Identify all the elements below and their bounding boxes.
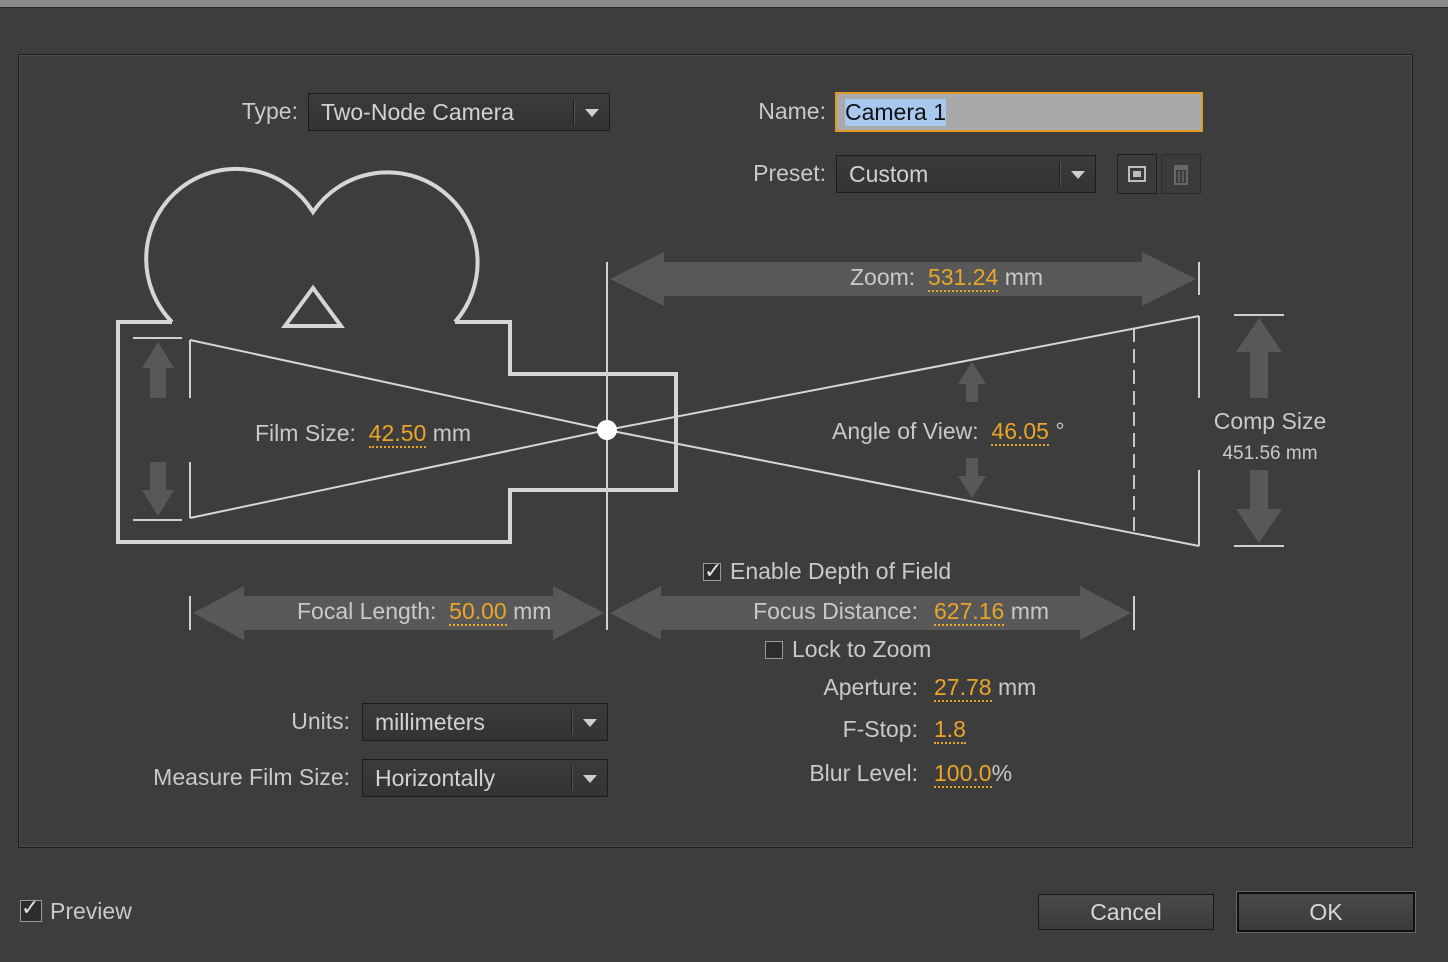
focal-length-label: Focal Length: [297, 598, 437, 624]
focus-distance-label: Focus Distance: [753, 598, 918, 624]
blur-level-value[interactable]: 100.0 [934, 760, 992, 788]
ok-button[interactable]: OK [1237, 892, 1415, 932]
zoom-label: Zoom: [850, 264, 916, 290]
focus-distance-value[interactable]: 627.16 [934, 598, 1005, 626]
comp-size-up-arrow [1236, 318, 1282, 398]
aperture-label: Aperture: [823, 674, 918, 700]
enable-dof-label[interactable]: Enable Depth of Field [730, 558, 951, 585]
focal-length-readout: Focal Length: 50.00 mm [297, 598, 552, 626]
film-size-unit: mm [432, 420, 472, 446]
type-dropdown[interactable]: Two-Node Camera [308, 93, 610, 131]
chevron-down-icon [583, 719, 597, 727]
chevron-down-icon [1071, 171, 1085, 179]
enable-dof-checkbox[interactable] [703, 559, 722, 584]
zoom-readout: Zoom: 531.24 mm [850, 264, 1044, 292]
aperture-readout: 27.78 mm [934, 674, 1037, 702]
comp-size-value: 451.56 mm [1222, 443, 1318, 464]
angle-value[interactable]: 46.05 [991, 418, 1049, 446]
aperture-unit: mm [997, 674, 1037, 700]
camera-diagram [116, 166, 1284, 640]
delete-preset-button[interactable] [1161, 154, 1201, 194]
delete-preset-icon [1174, 165, 1188, 185]
fstop-readout: 1.8 [934, 716, 966, 744]
units-label: Units: [291, 708, 350, 734]
angle-up-arrow [958, 362, 986, 402]
measure-film-size-dropdown[interactable]: Horizontally [362, 759, 608, 797]
blur-level-readout: 100.0% [934, 760, 1013, 788]
focal-length-value[interactable]: 50.00 [449, 598, 507, 626]
film-size-label: Film Size: [255, 420, 356, 446]
lens-node [597, 420, 617, 440]
name-label: Name: [758, 98, 826, 124]
cancel-button[interactable]: Cancel [1038, 894, 1214, 930]
units-dropdown[interactable]: millimeters [362, 703, 608, 741]
film-size-readout: Film Size: 42.50 mm [255, 420, 472, 448]
type-value: Two-Node Camera [321, 99, 515, 125]
angle-unit: ° [1055, 418, 1065, 444]
chevron-down-icon [585, 109, 599, 117]
zoom-value[interactable]: 531.24 [927, 264, 999, 292]
angle-of-view-readout: Angle of View: 46.05 ° [832, 418, 1065, 446]
angle-down-arrow [958, 458, 986, 498]
blur-level-label: Blur Level: [809, 760, 918, 786]
focus-distance-unit: mm [1010, 598, 1050, 624]
preset-dropdown[interactable]: Custom [836, 155, 1096, 193]
preset-label: Preset: [753, 160, 826, 186]
camera-outline [116, 166, 678, 544]
comp-size-down-arrow [1236, 470, 1282, 543]
save-preset-button[interactable] [1117, 154, 1157, 194]
comp-size-label: Comp Size [1213, 408, 1327, 434]
chevron-down-icon [583, 775, 597, 783]
focus-distance-readout: 627.16 mm [934, 598, 1050, 626]
type-label: Type: [241, 98, 298, 124]
preset-value: Custom [849, 161, 929, 187]
lock-to-zoom-label[interactable]: Lock to Zoom [792, 636, 931, 663]
name-input[interactable] [835, 92, 1203, 132]
focal-length-unit: mm [513, 598, 552, 624]
preview-checkbox[interactable] [20, 896, 42, 922]
film-size-down-arrow [142, 462, 174, 516]
lock-to-zoom-checkbox[interactable] [765, 641, 783, 659]
measure-film-size-value: Horizontally [375, 765, 496, 791]
measure-film-size-label: Measure Film Size: [153, 764, 350, 790]
film-size-up-arrow [142, 342, 174, 398]
film-size-value[interactable]: 42.50 [368, 420, 427, 448]
fstop-value[interactable]: 1.8 [934, 716, 966, 744]
units-value: millimeters [375, 709, 485, 735]
zoom-unit: mm [1004, 264, 1044, 290]
preview-label[interactable]: Preview [50, 898, 132, 925]
blur-level-unit: % [991, 760, 1013, 786]
fstop-label: F-Stop: [842, 716, 918, 742]
aperture-value[interactable]: 27.78 [934, 674, 992, 702]
angle-label: Angle of View: [832, 418, 979, 444]
save-preset-icon [1128, 166, 1146, 182]
